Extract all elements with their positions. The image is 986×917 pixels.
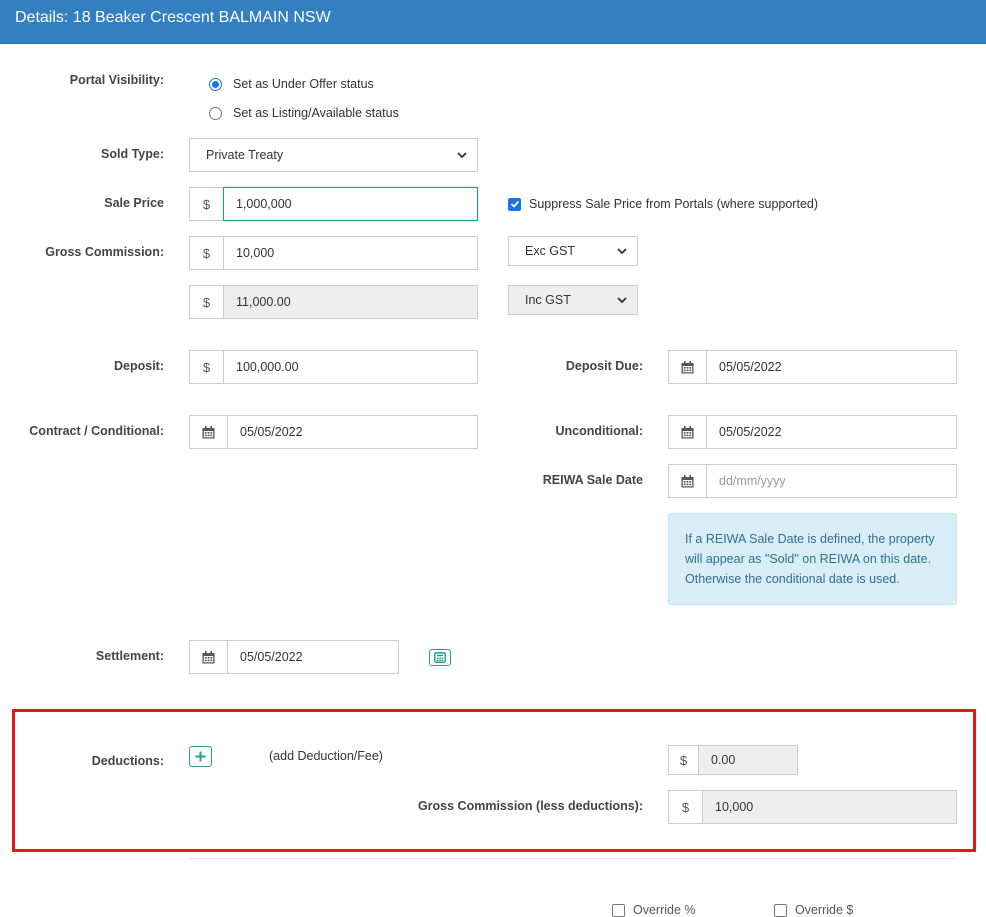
section-divider xyxy=(189,858,957,859)
reiwa-sale-date-label: REIWA Sale Date xyxy=(542,473,643,487)
portal-visibility-label: Portal Visibility: xyxy=(69,73,164,87)
radio-listing-available[interactable]: Set as Listing/Available status xyxy=(209,106,399,120)
gross-commission-inc-group: $ 11,000.00 xyxy=(189,285,478,319)
suppress-sale-price[interactable]: Suppress Sale Price from Portals (where … xyxy=(508,197,818,211)
sale-price-label: Sale Price xyxy=(104,196,164,210)
gross-commission-inc-input: 11,000.00 xyxy=(223,285,478,319)
deposit-due-group: 05/05/2022 xyxy=(668,350,957,384)
calendar-icon[interactable] xyxy=(189,640,227,674)
chevron-down-icon xyxy=(617,297,627,304)
calendar-icon[interactable] xyxy=(668,415,706,449)
gross-commission-label: Gross Commission: xyxy=(45,245,164,259)
override-percent[interactable]: Override % xyxy=(612,903,696,917)
override-percent-checkbox[interactable] xyxy=(612,903,625,917)
unconditional-group: 05/05/2022 xyxy=(668,415,957,449)
plus-icon[interactable] xyxy=(189,746,212,767)
gst-exc-select[interactable]: Exc GST xyxy=(508,236,638,266)
modal-title: Details: 18 Beaker Crescent BALMAIN NSW xyxy=(15,9,331,26)
sold-type-label: Sold Type: xyxy=(101,147,164,161)
gross-commission-inc-currency: $ xyxy=(189,285,223,319)
reiwa-info-alert: If a REIWA Sale Date is defined, the pro… xyxy=(668,513,957,605)
gross-commission-exc-group: $ 10,000 xyxy=(189,236,478,270)
sale-price-input[interactable]: 1,000,000 xyxy=(223,187,478,221)
net-commission-input: 10,000 xyxy=(702,790,957,824)
radio-listing-available-control[interactable] xyxy=(209,106,222,120)
deposit-label: Deposit: xyxy=(114,359,164,373)
override-percent-label: Override % xyxy=(633,903,696,917)
deductions-label: Deductions: xyxy=(91,754,164,768)
radio-under-offer[interactable]: Set as Under Offer status xyxy=(209,77,374,91)
radio-listing-available-label: Set as Listing/Available status xyxy=(233,106,399,120)
gross-commission-currency: $ xyxy=(189,236,223,270)
check-icon xyxy=(510,200,519,208)
contract-conditional-label: Contract / Conditional: xyxy=(29,424,164,438)
sold-type-select[interactable]: Private Treaty xyxy=(189,138,478,172)
calendar-icon[interactable] xyxy=(189,415,227,449)
chevron-down-icon xyxy=(457,152,467,159)
settlement-group: 05/05/2022 xyxy=(189,640,399,674)
unconditional-input[interactable]: 05/05/2022 xyxy=(706,415,957,449)
net-commission-label: Gross Commission (less deductions): xyxy=(417,799,643,813)
deposit-due-label: Deposit Due: xyxy=(565,359,643,373)
sold-type-value: Private Treaty xyxy=(206,148,284,162)
net-commission-currency: $ xyxy=(668,790,702,824)
settlement-input[interactable]: 05/05/2022 xyxy=(227,640,399,674)
radio-under-offer-label: Set as Under Offer status xyxy=(233,77,374,91)
deposit-currency: $ xyxy=(189,350,223,384)
deposit-group: $ 100,000.00 xyxy=(189,350,478,384)
override-dollar[interactable]: Override $ xyxy=(774,903,853,917)
suppress-sale-price-checkbox[interactable] xyxy=(508,197,521,211)
settlement-label: Settlement: xyxy=(95,649,164,663)
suppress-sale-price-label: Suppress Sale Price from Portals (where … xyxy=(529,197,819,211)
gst-inc-select: Inc GST xyxy=(508,285,638,315)
override-dollar-label: Override $ xyxy=(795,903,854,917)
deductions-total-group: $ 0.00 xyxy=(668,745,798,775)
calendar-icon[interactable] xyxy=(668,350,706,384)
sale-price-group: $ 1,000,000 xyxy=(189,187,478,221)
deposit-input[interactable]: 100,000.00 xyxy=(223,350,478,384)
deductions-total-currency: $ xyxy=(668,745,698,775)
override-dollar-checkbox[interactable] xyxy=(774,903,787,917)
contract-conditional-input[interactable]: 05/05/2022 xyxy=(227,415,478,449)
modal-header: Details: 18 Beaker Crescent BALMAIN NSW xyxy=(0,0,986,44)
reiwa-sale-date-input[interactable]: dd/mm/yyyy xyxy=(706,464,957,498)
deductions-total-input: 0.00 xyxy=(698,745,798,775)
radio-under-offer-control[interactable] xyxy=(209,77,222,91)
sale-price-currency: $ xyxy=(189,187,223,221)
gst-exc-value: Exc GST xyxy=(525,244,576,258)
gst-inc-value: Inc GST xyxy=(525,293,571,307)
calendar-icon[interactable] xyxy=(668,464,706,498)
chevron-down-icon xyxy=(617,248,627,255)
deposit-due-input[interactable]: 05/05/2022 xyxy=(706,350,957,384)
contract-conditional-group: 05/05/2022 xyxy=(189,415,478,449)
gross-commission-input[interactable]: 10,000 xyxy=(223,236,478,270)
unconditional-label: Unconditional: xyxy=(555,424,644,438)
add-deduction-link[interactable]: (add Deduction/Fee) xyxy=(269,749,383,763)
net-commission-group: $ 10,000 xyxy=(668,790,957,824)
reiwa-sale-date-group: dd/mm/yyyy xyxy=(668,464,957,498)
calculator-icon[interactable] xyxy=(429,649,451,666)
deductions-highlight xyxy=(12,709,976,852)
